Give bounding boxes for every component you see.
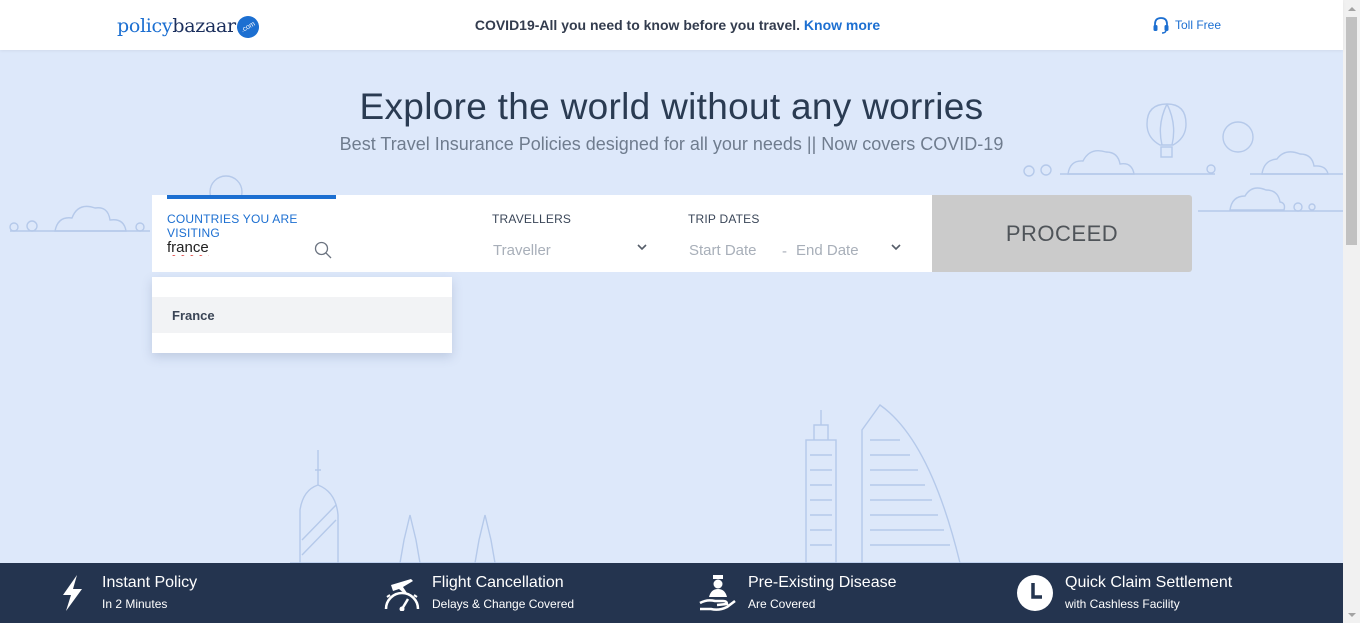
feature-instant-policy: Instant Policy In 2 Minutes (50, 563, 197, 623)
travellers-field[interactable]: TRAVELLERS Traveller (492, 195, 652, 272)
plane-gauge-icon (380, 571, 424, 615)
feature-title: Instant Policy (102, 574, 198, 591)
toll-free-label: Toll Free (1175, 18, 1222, 32)
page-scrollbar[interactable] (1343, 0, 1360, 623)
headset-icon (1153, 17, 1169, 34)
countries-field[interactable]: COUNTRIES YOU ARE VISITING (167, 195, 336, 272)
travellers-label: TRAVELLERS (492, 212, 572, 226)
feature-quick-claim: Quick Claim Settlement with Cashless Fac… (1013, 563, 1232, 623)
feature-title: Quick Claim Settlement (1065, 574, 1233, 591)
search-form: COUNTRIES YOU ARE VISITING TRAVELLERS Tr… (152, 195, 932, 272)
date-separator: - (782, 243, 787, 260)
chevron-down-icon[interactable] (890, 241, 902, 253)
medical-care-icon (696, 571, 740, 615)
covid-announcement: COVID19-All you need to know before you … (0, 17, 1343, 33)
trip-dates-label: TRIP DATES (688, 212, 760, 226)
scroll-up-arrow-icon[interactable] (1343, 0, 1360, 17)
feature-subtitle: with Cashless Facility (1065, 597, 1180, 611)
feature-title: Pre-Existing Disease (748, 574, 897, 591)
feature-pre-existing-disease: Pre-Existing Disease Are Covered (696, 563, 897, 623)
features-bar: Instant Policy In 2 Minutes Flight Cance… (0, 563, 1343, 623)
suggestion-option-france[interactable]: France (152, 297, 452, 333)
end-date-input[interactable]: End Date (796, 242, 859, 259)
feature-subtitle: In 2 Minutes (102, 597, 168, 611)
feature-subtitle: Are Covered (748, 597, 816, 611)
lightning-icon (50, 571, 94, 615)
country-suggestions-dropdown: France (152, 277, 452, 353)
feature-flight-cancellation: Flight Cancellation Delays & Change Cove… (380, 563, 574, 623)
hero-subtitle: Best Travel Insurance Policies designed … (339, 134, 1004, 154)
feature-subtitle: Delays & Change Covered (432, 597, 575, 611)
announcement-text: COVID19-All you need to know before you … (474, 17, 801, 33)
search-icon[interactable] (314, 241, 332, 259)
active-field-indicator (167, 195, 336, 199)
chevron-down-icon[interactable] (636, 241, 648, 253)
scrollbar-thumb[interactable] (1346, 17, 1357, 245)
top-header: policybazaar .com COVID19-All you need t… (0, 0, 1343, 50)
travellers-select[interactable]: Traveller (493, 242, 551, 259)
toll-free-link[interactable]: Toll Free (1152, 16, 1221, 34)
hero-title: Explore the world without any worries (359, 86, 984, 127)
clock-icon (1013, 571, 1057, 615)
start-date-input[interactable]: Start Date (689, 242, 757, 259)
feature-title: Flight Cancellation (432, 574, 564, 591)
know-more-link[interactable]: Know more (804, 17, 880, 33)
proceed-button[interactable]: PROCEED (932, 195, 1192, 272)
countries-input[interactable] (167, 235, 317, 259)
scroll-down-arrow-icon[interactable] (1343, 606, 1360, 623)
trip-dates-field[interactable]: TRIP DATES Start Date - End Date (688, 195, 908, 272)
